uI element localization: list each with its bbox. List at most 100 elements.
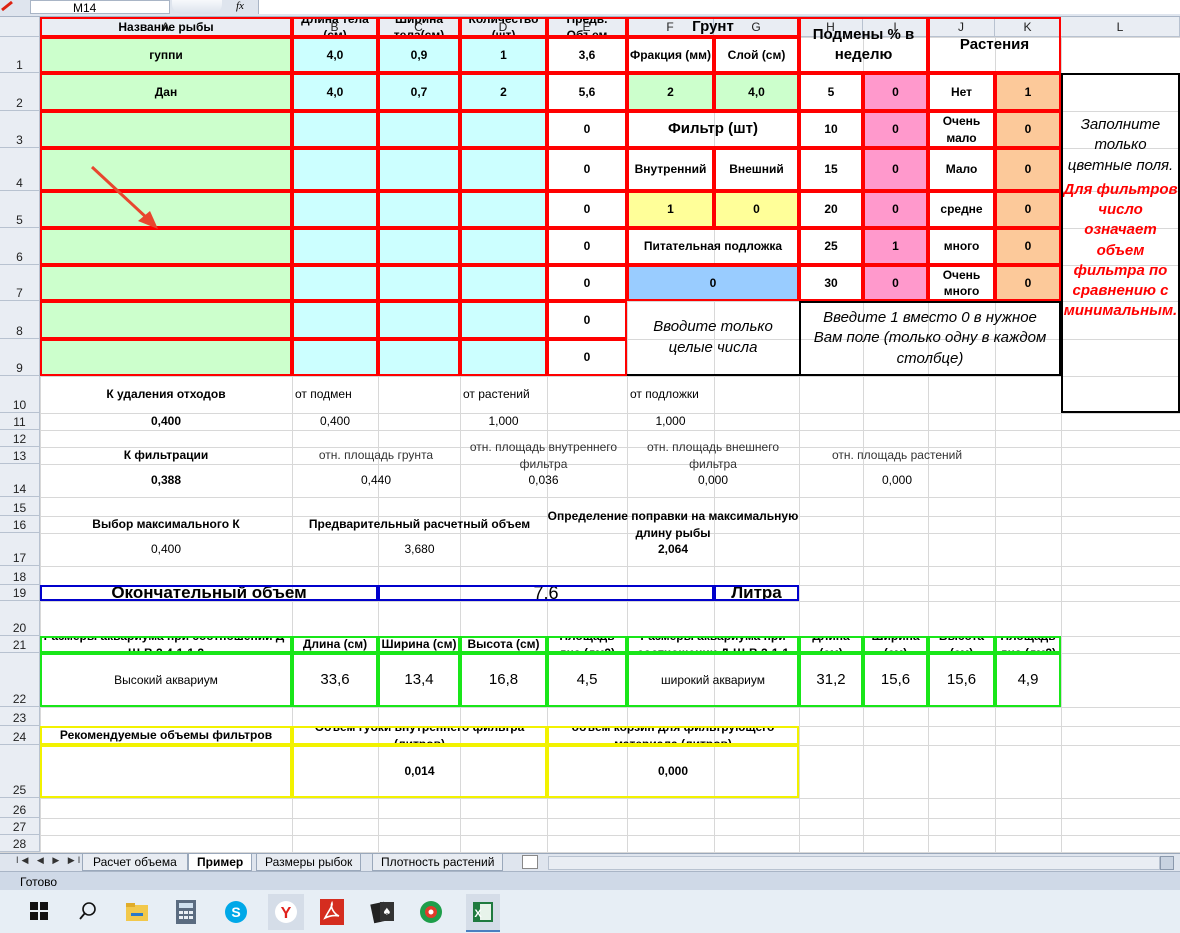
plant-area-value[interactable]: 0,000 <box>799 464 995 497</box>
fish-count-input[interactable] <box>460 228 547 265</box>
fish-volume[interactable]: 0 <box>547 228 627 265</box>
change-percent[interactable]: 15 <box>799 148 863 191</box>
from-plants-label[interactable]: от растений <box>460 376 627 413</box>
yandex-browser-icon[interactable]: Y <box>268 894 304 930</box>
plant-input[interactable]: 0 <box>995 111 1061 148</box>
new-sheet-icon[interactable] <box>522 855 538 869</box>
high-area-header[interactable]: Площадь дна (дм2) <box>547 636 627 653</box>
excel-icon[interactable]: X <box>466 894 500 932</box>
search-icon[interactable] <box>78 901 98 921</box>
change-input[interactable]: 0 <box>863 111 928 148</box>
change-percent[interactable]: 20 <box>799 191 863 228</box>
change-input[interactable]: 0 <box>863 265 928 301</box>
row-header[interactable]: 28 <box>0 835 40 852</box>
body-width-header[interactable]: Ширина тела(см) <box>378 17 460 37</box>
row-header[interactable]: 16 <box>0 516 40 533</box>
high-aquarium-value[interactable]: 16,8 <box>460 653 547 707</box>
change-percent[interactable]: 25 <box>799 228 863 265</box>
solitaire-icon[interactable]: ♠ <box>370 900 396 924</box>
filters-empty[interactable] <box>40 745 292 798</box>
skype-icon[interactable]: S <box>224 900 248 924</box>
fish-count-input[interactable] <box>460 265 547 301</box>
row-header[interactable]: 1 <box>0 37 40 73</box>
plant-input[interactable]: 0 <box>995 228 1061 265</box>
fish-name-input[interactable] <box>40 228 292 265</box>
tab-plotnost[interactable]: Плотность растений <box>372 854 504 871</box>
high-aquarium-value[interactable]: 4,5 <box>547 653 627 707</box>
row-header[interactable]: 21 <box>0 636 40 653</box>
wide-aquarium-value[interactable]: 15,6 <box>863 653 928 707</box>
layer-header[interactable]: Слой (см) <box>714 37 799 73</box>
row-header[interactable]: 8 <box>0 301 40 339</box>
row-header[interactable]: 6 <box>0 228 40 265</box>
tab-raschet[interactable]: Расчет объема <box>82 854 188 871</box>
name-box[interactable]: M14 <box>30 0 170 15</box>
fish-width-input[interactable] <box>378 339 460 376</box>
row-header[interactable]: 4 <box>0 148 40 191</box>
row-header[interactable]: 5 <box>0 191 40 228</box>
tab-primer[interactable]: Пример <box>188 854 253 871</box>
row-header[interactable]: 17 <box>0 533 40 566</box>
windows-logo-icon[interactable] <box>30 902 48 920</box>
filtration-value[interactable]: 0,388 <box>40 464 292 497</box>
final-volume-label[interactable]: Окончательный объем <box>40 585 378 601</box>
fish-volume[interactable]: 0 <box>547 339 627 376</box>
enter-one-note[interactable]: Введите 1 вместо 0 в нужное Вам поле (то… <box>799 301 1061 376</box>
plant-label[interactable]: Очень много <box>928 265 995 301</box>
fish-width-input[interactable]: 0,9 <box>378 37 460 73</box>
external-filter-input[interactable]: 0 <box>714 191 799 228</box>
filter-header[interactable]: Фильтр (шт) <box>627 111 799 148</box>
sponge-label[interactable]: Объем губки внутреннего фильтра (литров) <box>292 726 547 745</box>
high-length-header[interactable]: Длина (см) <box>292 636 378 653</box>
high-width-header[interactable]: Ширина (см) <box>378 636 460 653</box>
change-percent[interactable]: 5 <box>799 73 863 111</box>
fish-width-input[interactable] <box>378 111 460 148</box>
filtration-label[interactable]: К фильтрации <box>40 447 292 464</box>
change-input[interactable]: 0 <box>863 148 928 191</box>
plant-label[interactable]: много <box>928 228 995 265</box>
fish-name-input[interactable] <box>40 301 292 339</box>
change-percent[interactable]: 10 <box>799 111 863 148</box>
int-filter-area-label[interactable]: отн. площадь внутреннего фильтра <box>460 440 627 470</box>
fish-name-input[interactable] <box>40 265 292 301</box>
wide-aquarium-value[interactable]: 15,6 <box>928 653 995 707</box>
fish-count-input[interactable] <box>460 339 547 376</box>
fish-length-input[interactable] <box>292 111 378 148</box>
fish-count-input[interactable] <box>460 191 547 228</box>
substrate-input[interactable]: 0 <box>627 265 799 301</box>
final-volume-value[interactable]: 7,6 <box>378 585 714 601</box>
high-aquarium-label[interactable]: Размеры аквариума при соотношении Д-Ш-В … <box>40 636 292 653</box>
fish-count-input[interactable] <box>460 148 547 191</box>
fish-volume[interactable]: 0 <box>547 301 627 339</box>
split-handle-icon[interactable] <box>1160 856 1174 870</box>
basket-label[interactable]: объем корзин для фильтрующего материала … <box>547 726 799 745</box>
wide-aquarium-value[interactable]: 31,2 <box>799 653 863 707</box>
fish-count-input[interactable] <box>460 111 547 148</box>
fish-name-header[interactable]: Название рыбы <box>40 17 292 37</box>
max-k-label[interactable]: Выбор максимального К <box>40 516 292 533</box>
sponge-value[interactable]: 0,014 <box>292 745 547 798</box>
plant-area-label[interactable]: отн. площадь растений <box>799 447 995 464</box>
fish-name-input[interactable] <box>40 148 292 191</box>
horizontal-scrollbar[interactable] <box>548 856 1160 870</box>
fish-count-input[interactable]: 2 <box>460 73 547 111</box>
fish-count-input[interactable]: 1 <box>460 37 547 73</box>
fish-volume[interactable]: 0 <box>547 265 627 301</box>
fish-name-input[interactable] <box>40 111 292 148</box>
row-header[interactable]: 12 <box>0 430 40 447</box>
wide-width-header[interactable]: Ширина (см) <box>863 636 928 653</box>
row-header[interactable]: 13 <box>0 447 40 464</box>
row-header[interactable]: 10 <box>0 376 40 413</box>
waste-label[interactable]: К удаления отходов <box>40 376 292 413</box>
int-filter-area-value[interactable]: 0,036 <box>460 464 627 497</box>
fish-length-input[interactable]: 4,0 <box>292 73 378 111</box>
row-header[interactable]: 11 <box>0 413 40 430</box>
fish-width-input[interactable] <box>378 265 460 301</box>
row-header[interactable]: 23 <box>0 707 40 726</box>
integers-note[interactable]: Вводите только целые числа <box>627 301 799 376</box>
from-substrate-label[interactable]: от подложки <box>627 376 799 413</box>
row-header[interactable]: 15 <box>0 497 40 516</box>
internal-filter-label[interactable]: Внутренний <box>627 148 714 191</box>
fish-length-input[interactable]: 4,0 <box>292 37 378 73</box>
high-aquarium-value[interactable]: 13,4 <box>378 653 460 707</box>
